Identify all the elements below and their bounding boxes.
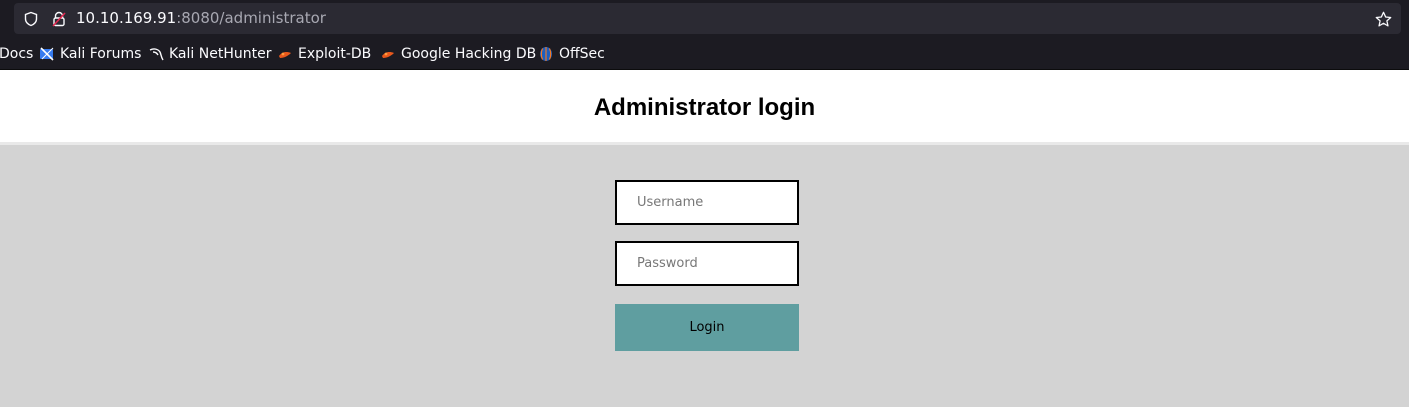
url-host: 10.10.169.91 — [76, 9, 177, 27]
bookmark-label: OffSec — [559, 46, 605, 62]
username-input[interactable] — [615, 180, 799, 225]
bookmark-google-hacking-db[interactable]: Google Hacking DB — [380, 44, 536, 64]
bookmark-kali-nethunter[interactable]: Kali NetHunter — [148, 44, 271, 64]
bookmark-kali-forums[interactable]: Kali Forums — [39, 44, 141, 64]
bookmarks-toolbar: Docs Kali Forums Kali NetHunter Exploit-… — [0, 40, 1409, 66]
url-path: :8080/administrator — [176, 9, 326, 27]
bookmark-label: Docs — [0, 46, 34, 62]
login-button[interactable]: Login — [615, 304, 799, 351]
star-icon[interactable] — [1373, 9, 1393, 29]
page-title: Administrator login — [593, 94, 816, 121]
ghdb-icon — [380, 46, 396, 62]
kali-forums-icon — [39, 46, 55, 62]
bookmark-label: Google Hacking DB — [401, 46, 537, 62]
bookmark-exploit-db[interactable]: Exploit-DB — [277, 44, 371, 64]
password-input[interactable] — [615, 241, 799, 286]
shield-icon[interactable] — [22, 10, 40, 28]
bookmark-docs[interactable]: Docs — [0, 44, 33, 64]
bookmark-label: Exploit-DB — [298, 46, 372, 62]
bookmark-offsec[interactable]: OffSec — [538, 44, 605, 64]
bookmark-label: Kali Forums — [60, 46, 142, 62]
offsec-icon — [538, 46, 554, 62]
address-bar[interactable]: 10.10.169.91:8080/administrator — [14, 3, 1401, 34]
page-header: Administrator login — [0, 70, 1409, 145]
lock-warning-icon[interactable] — [50, 10, 68, 28]
browser-chrome: 10.10.169.91:8080/administrator Docs Kal… — [0, 0, 1409, 70]
exploit-db-icon — [277, 46, 293, 62]
bookmark-label: Kali NetHunter — [169, 46, 272, 62]
url-text[interactable]: 10.10.169.91:8080/administrator — [76, 10, 326, 27]
kali-dragon-icon — [148, 46, 164, 62]
